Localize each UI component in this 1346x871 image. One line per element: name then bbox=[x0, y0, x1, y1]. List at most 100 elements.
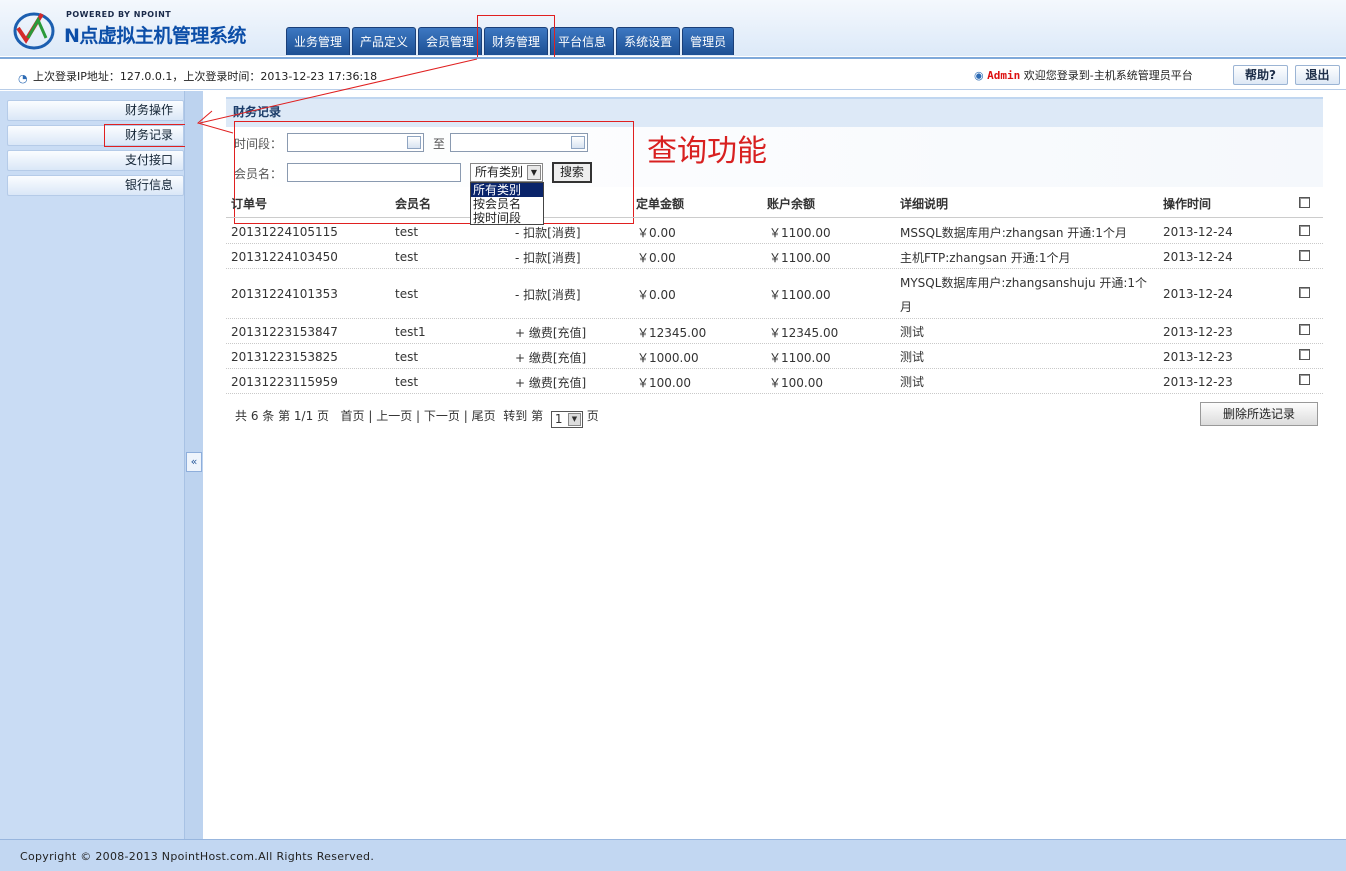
welcome-area: ◉ Admin 欢迎您登录到-主机系统管理员平台 bbox=[974, 67, 1193, 83]
pager-total: 共 6 条 第 1/1 页 bbox=[235, 409, 330, 423]
order-amount: ￥12345.00 bbox=[637, 326, 707, 340]
member-name: test1 bbox=[395, 325, 426, 339]
member-name: test bbox=[395, 375, 419, 389]
last-login: ◔ 上次登录IP地址：127.0.0.1，上次登录时间：2013-12-23 17… bbox=[18, 68, 378, 85]
goto-label: 转到 第 bbox=[503, 409, 544, 423]
col-balance: 账户余额 bbox=[767, 197, 816, 211]
table-row: 20131224105115 test - 扣款[消费] ￥0.00 ￥1100… bbox=[226, 219, 1323, 244]
row-checkbox[interactable] bbox=[1299, 349, 1310, 360]
order-id: 20131224105115 bbox=[231, 225, 338, 239]
user-icon: ◉ bbox=[974, 69, 984, 82]
pagination: 共 6 条 第 1/1 页 首页 | 上一页 | 下一页 | 尾页 转到 第 1… bbox=[235, 407, 599, 428]
table-row: 20131224103450 test - 扣款[消费] ￥0.00 ￥1100… bbox=[226, 244, 1323, 269]
logo-icon bbox=[13, 12, 55, 50]
order-amount: ￥100.00 bbox=[637, 376, 691, 390]
record-type: - 扣款[消费] bbox=[515, 251, 581, 265]
signal-icon: ◔ bbox=[18, 72, 28, 85]
member-name: test bbox=[395, 225, 419, 239]
tab-platform[interactable]: 平台信息 bbox=[550, 27, 615, 55]
order-id: 20131224103450 bbox=[231, 250, 338, 264]
member-name: test bbox=[395, 287, 419, 301]
pager-sep: | bbox=[463, 409, 472, 423]
option-all[interactable]: 所有类别 bbox=[471, 183, 543, 197]
account-balance: ￥1100.00 bbox=[769, 226, 831, 240]
detail: MYSQL数据库用户:zhangsanshuju 开通:1个 bbox=[900, 276, 1148, 290]
delete-selected-button[interactable]: 删除所选记录 bbox=[1200, 402, 1318, 426]
sidebar-item-payment-api[interactable]: 支付接口 bbox=[7, 150, 184, 171]
collapse-sidebar-button[interactable]: « bbox=[186, 452, 202, 472]
tab-business[interactable]: 业务管理 bbox=[286, 27, 351, 55]
sidebar-item-bank-info[interactable]: 银行信息 bbox=[7, 175, 184, 196]
row-checkbox[interactable] bbox=[1299, 250, 1310, 261]
order-id: 20131223153847 bbox=[231, 325, 338, 339]
header: POWERED BY NPOINT N点虚拟主机管理系统 业务管理 产品定义 会… bbox=[0, 0, 1346, 56]
last-login-text: 上次登录IP地址：127.0.0.1，上次登录时间：2013-12-23 17:… bbox=[33, 70, 378, 83]
col-amount: 定单金额 bbox=[636, 197, 685, 211]
chevron-down-icon[interactable]: ▼ bbox=[567, 413, 581, 426]
table-row: 20131223153825 test + 缴费[充值] ￥1000.00 ￥1… bbox=[226, 344, 1323, 369]
row-checkbox[interactable] bbox=[1299, 324, 1310, 335]
tab-member[interactable]: 会员管理 bbox=[418, 27, 483, 55]
copyright: Copyright © 2008-2013 NpointHost.com.All… bbox=[20, 850, 375, 863]
record-type: - 扣款[消费] bbox=[515, 288, 581, 302]
info-bar: ◔ 上次登录IP地址：127.0.0.1，上次登录时间：2013-12-23 17… bbox=[0, 57, 1346, 90]
option-by-period[interactable]: 按时间段 bbox=[471, 211, 543, 225]
table-row: 20131224101353 test - 扣款[消费] ￥0.00 ￥1100… bbox=[226, 269, 1323, 319]
record-type: + 缴费[充值] bbox=[515, 351, 587, 365]
operation-time: 2013-12-24 bbox=[1163, 250, 1233, 264]
logout-button[interactable]: 退出 bbox=[1295, 65, 1340, 85]
order-id: 20131223115959 bbox=[231, 375, 338, 389]
pager-sep: | bbox=[368, 409, 377, 423]
option-by-member[interactable]: 按会员名 bbox=[471, 197, 543, 211]
page-select[interactable]: 1 ▼ bbox=[550, 411, 583, 428]
record-type: + 缴费[充值] bbox=[515, 376, 587, 390]
select-all-checkbox[interactable] bbox=[1299, 197, 1310, 208]
operation-time: 2013-12-23 bbox=[1163, 325, 1233, 339]
account-balance: ￥100.00 bbox=[769, 376, 823, 390]
order-amount: ￥0.00 bbox=[637, 226, 676, 240]
help-button[interactable]: 帮助? bbox=[1233, 65, 1288, 85]
detail: 主机FTP:zhangsan 开通:1个月 bbox=[900, 251, 1071, 265]
sidebar-toggle-bar: « bbox=[185, 91, 203, 839]
row-checkbox[interactable] bbox=[1299, 287, 1310, 298]
detail: 测试 bbox=[900, 350, 925, 364]
first-page-link[interactable]: 首页 bbox=[340, 409, 364, 423]
system-name: N点虚拟主机管理系统 bbox=[64, 25, 246, 47]
page-select-value: 1 bbox=[554, 412, 563, 426]
highlight-sidebar-item bbox=[104, 124, 192, 147]
admin-name: Admin bbox=[987, 69, 1021, 82]
prev-page-link[interactable]: 上一页 bbox=[376, 409, 412, 423]
tab-product[interactable]: 产品定义 bbox=[352, 27, 417, 55]
operation-time: 2013-12-23 bbox=[1163, 375, 1233, 389]
account-balance: ￥1100.00 bbox=[769, 351, 831, 365]
pager-sep: | bbox=[416, 409, 424, 423]
row-checkbox[interactable] bbox=[1299, 225, 1310, 236]
sidebar-item-finance-ops[interactable]: 财务操作 bbox=[7, 100, 184, 121]
category-dropdown: 所有类别 按会员名 按时间段 bbox=[470, 182, 544, 225]
detail: 测试 bbox=[900, 325, 925, 339]
operation-time: 2013-12-24 bbox=[1163, 287, 1233, 301]
table-row: 20131223153847 test1 + 缴费[充值] ￥12345.00 … bbox=[226, 319, 1323, 344]
account-balance: ￥1100.00 bbox=[769, 288, 831, 302]
footer: Copyright © 2008-2013 NpointHost.com.All… bbox=[0, 839, 1346, 871]
page-suffix: 页 bbox=[586, 409, 599, 423]
member-name: test bbox=[395, 350, 419, 364]
col-member: 会员名 bbox=[395, 197, 432, 211]
order-amount: ￥1000.00 bbox=[637, 351, 699, 365]
tab-admin[interactable]: 管理员 bbox=[682, 27, 735, 55]
row-checkbox[interactable] bbox=[1299, 374, 1310, 385]
record-type: + 缴费[充值] bbox=[515, 326, 587, 340]
tab-settings[interactable]: 系统设置 bbox=[616, 27, 681, 55]
sidebar: 财务操作 财务记录 支付接口 银行信息 bbox=[0, 91, 185, 839]
highlight-finance-tab bbox=[477, 15, 555, 63]
last-page-link[interactable]: 尾页 bbox=[472, 409, 496, 423]
member-name: test bbox=[395, 250, 419, 264]
record-type: - 扣款[消费] bbox=[515, 226, 581, 240]
order-id: 20131224101353 bbox=[231, 287, 338, 301]
account-balance: ￥1100.00 bbox=[769, 251, 831, 265]
order-amount: ￥0.00 bbox=[637, 251, 676, 265]
order-amount: ￥0.00 bbox=[637, 288, 676, 302]
next-page-link[interactable]: 下一页 bbox=[424, 409, 460, 423]
order-id: 20131223153825 bbox=[231, 350, 338, 364]
col-order: 订单号 bbox=[231, 197, 268, 211]
